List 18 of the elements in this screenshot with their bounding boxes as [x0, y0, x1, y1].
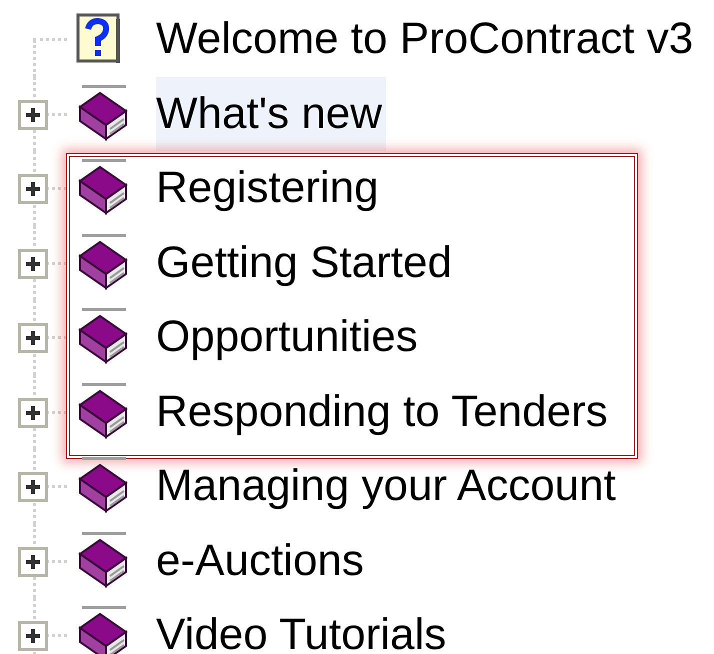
tree-item-label[interactable]: Responding to Tenders — [156, 374, 612, 449]
tree-item-label[interactable]: Registering — [156, 151, 383, 226]
expand-toggle[interactable] — [18, 398, 48, 428]
tree-item-label[interactable]: Managing your Account — [156, 449, 620, 524]
expand-toggle[interactable] — [18, 100, 48, 130]
expand-toggle[interactable] — [18, 174, 48, 204]
tree-item-label[interactable]: e-Auctions — [156, 524, 368, 598]
tree-item-label[interactable]: Video Tutorials — [156, 598, 450, 654]
tree-item-label[interactable]: Welcome to ProContract v3 — [156, 2, 698, 76]
expand-toggle[interactable] — [18, 472, 48, 502]
tree-item-label[interactable]: Opportunities — [156, 300, 422, 374]
tree-item-label[interactable]: What's new — [156, 76, 386, 151]
tree-item-label[interactable]: Getting Started — [156, 226, 456, 300]
expand-toggle[interactable] — [18, 546, 48, 576]
help-page-icon — [76, 13, 122, 66]
expand-toggle[interactable] — [18, 621, 48, 651]
expand-toggle[interactable] — [18, 323, 48, 353]
expand-toggle[interactable] — [18, 248, 48, 278]
